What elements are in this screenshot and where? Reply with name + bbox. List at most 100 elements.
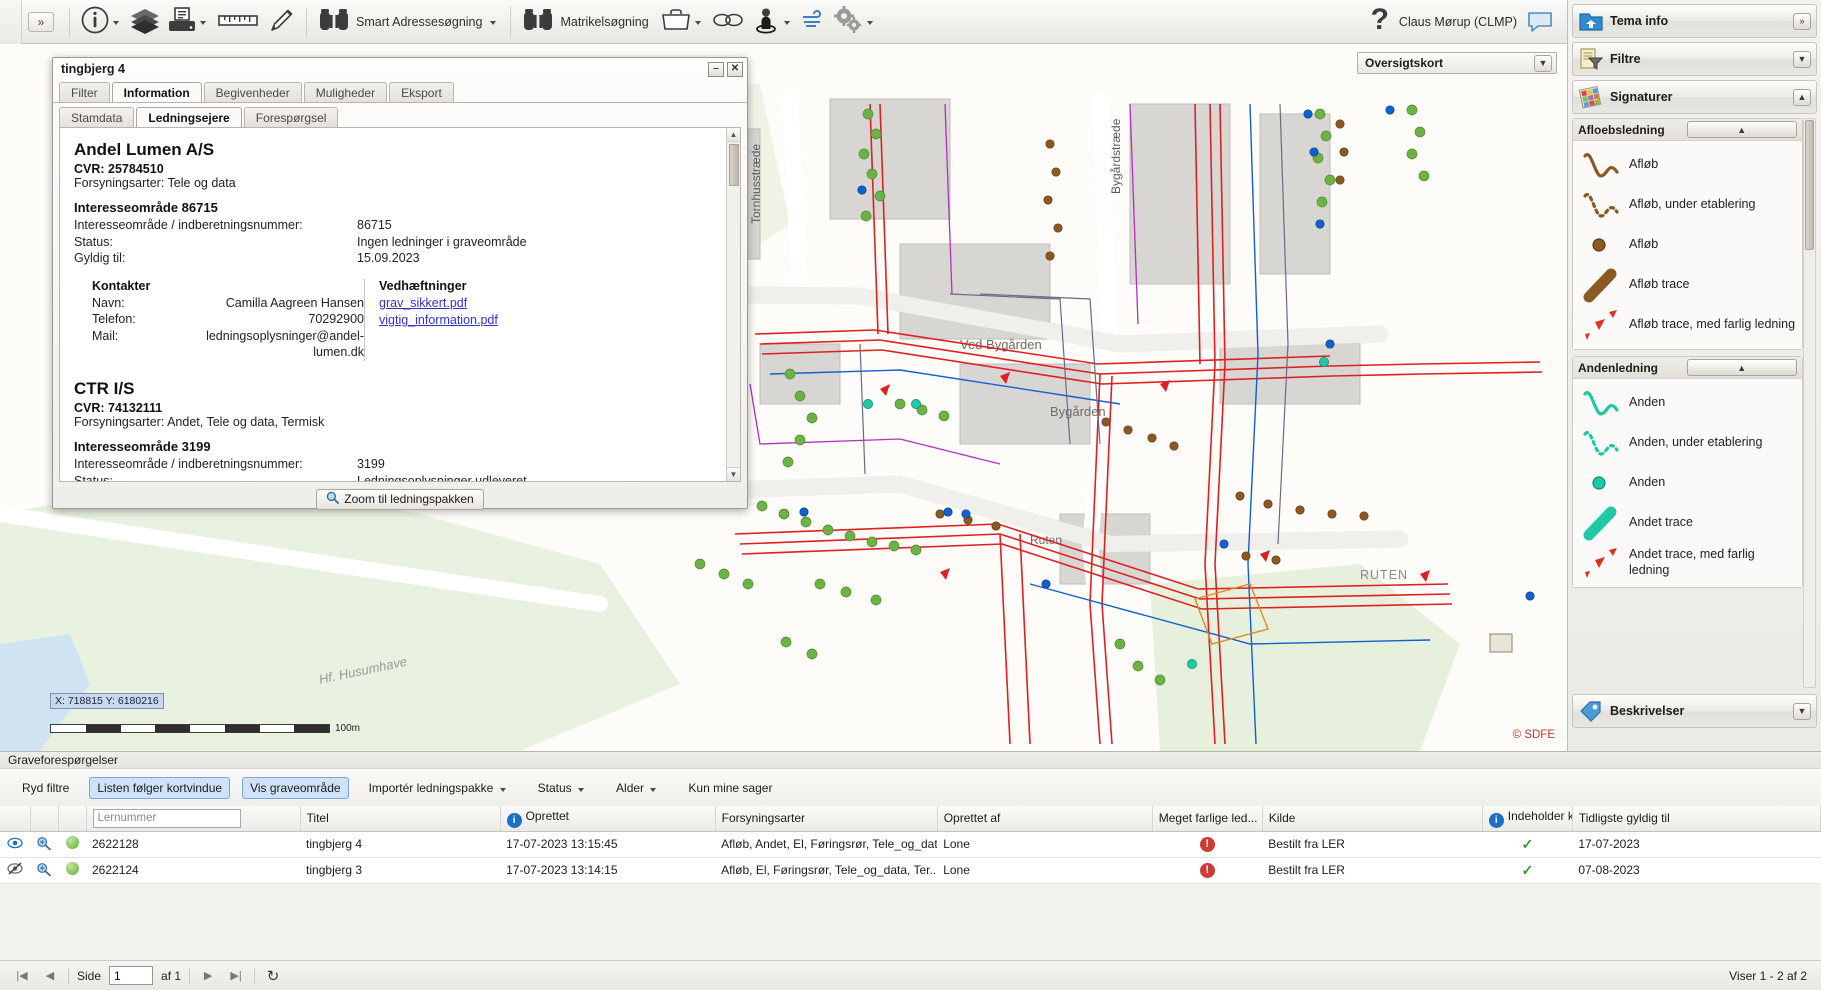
panel-signaturer[interactable]: Signaturer ▲ — [1572, 80, 1817, 114]
wind-tool-button[interactable] — [797, 0, 829, 44]
table-header-row: Lernummer Titel iOprettet Forsyningsarte… — [0, 806, 1821, 831]
link-tool-button[interactable] — [708, 0, 748, 44]
col-kilde[interactable]: Kilde — [1262, 806, 1482, 831]
legend-entry: Anden — [1575, 463, 1800, 503]
expand-panel-button[interactable]: » — [1793, 13, 1811, 30]
status-filter-button[interactable]: Status — [530, 777, 596, 799]
prev-page-button[interactable]: ◀ — [40, 967, 60, 985]
table-row[interactable]: 2622124 tingbjerg 3 17-07-2023 13:14:15 … — [0, 857, 1821, 883]
overview-map-selector[interactable]: Oversigtskort ▼ — [1357, 52, 1557, 74]
briefcase-tool-caret[interactable] — [695, 21, 701, 25]
scroll-up-arrow[interactable]: ▲ — [727, 128, 740, 142]
layers-tool-button[interactable] — [126, 0, 164, 44]
field-row: Status: Ledningsoplysninger udleveret — [74, 473, 712, 482]
tab-information[interactable]: Information — [112, 82, 202, 102]
info-tool-caret[interactable] — [113, 21, 119, 25]
cadastral-search-label: Matrikelsøgning — [555, 15, 653, 29]
import-utility-package-button[interactable]: Importér ledningspakke — [361, 777, 518, 799]
tab-muligheder[interactable]: Muligheder — [304, 82, 387, 102]
age-filter-button[interactable]: Alder — [608, 777, 668, 799]
col-indeholder-kvittering[interactable]: iIndeholder kvitte — [1482, 806, 1572, 831]
tab-filter[interactable]: Filter — [59, 82, 110, 102]
col-titel[interactable]: Titel — [300, 806, 500, 831]
attachment-link[interactable]: grav_sikkert.pdf — [379, 295, 498, 313]
subtab-forespoergsel[interactable]: Forespørgsel — [244, 107, 339, 127]
info-tool-button[interactable] — [77, 0, 126, 44]
legend-entry: Afløb, under etablering — [1575, 185, 1800, 225]
streetview-tool-button[interactable] — [748, 0, 797, 44]
overview-map-label: Oversigtskort — [1362, 56, 1534, 70]
briefcase-tool-button[interactable] — [657, 0, 708, 44]
clear-filters-button[interactable]: Ryd filtre — [14, 777, 77, 799]
toolbar-gutter — [0, 0, 22, 44]
streetview-tool-caret[interactable] — [784, 21, 790, 25]
help-button[interactable]: ? — [1371, 5, 1399, 39]
panel-title: Signaturer — [1610, 90, 1793, 104]
table-row[interactable]: 2622128 tingbjerg 4 17-07-2023 13:15:45 … — [0, 831, 1821, 857]
zoom-to-icon[interactable] — [30, 831, 58, 857]
legend-group-header[interactable]: Andenledning ▲ — [1573, 357, 1802, 379]
status-dot — [58, 857, 86, 883]
panel-tema-info[interactable]: Tema info » — [1572, 4, 1817, 38]
collapse-group-button[interactable]: ▲ — [1687, 359, 1798, 376]
scroll-thumb[interactable] — [729, 144, 739, 186]
print-tool-button[interactable] — [164, 0, 213, 44]
panel-filtre[interactable]: Filtre ▼ — [1572, 42, 1817, 76]
chat-bubble-icon[interactable] — [1527, 11, 1553, 33]
subtab-stamdata[interactable]: Stamdata — [59, 107, 134, 127]
col-zoom[interactable] — [30, 806, 58, 831]
next-page-button[interactable]: ▶ — [198, 967, 218, 985]
dialog-scrollbar[interactable]: ▲ ▼ — [726, 128, 740, 481]
settings-tool-button[interactable] — [829, 0, 880, 44]
list-follows-map-button[interactable]: Listen følger kortvindue — [89, 777, 230, 799]
eye-visible-icon[interactable] — [0, 831, 30, 857]
eye-hidden-icon[interactable] — [0, 857, 30, 883]
first-page-button[interactable]: |◀ — [12, 967, 32, 985]
lernummer-filter-input[interactable]: Lernummer — [93, 809, 241, 828]
page-number-input[interactable]: 1 — [109, 966, 153, 985]
tab-eksport[interactable]: Eksport — [389, 82, 454, 102]
col-oprettet-af[interactable]: Oprettet af — [937, 806, 1152, 831]
smart-address-search-caret[interactable] — [490, 21, 496, 25]
collapse-panel-button[interactable]: ▼ — [1793, 51, 1811, 68]
legend-scroll-thumb[interactable] — [1805, 120, 1814, 250]
information-dialog[interactable]: tingbjerg 4 – ✕ Filter Information Begiv… — [52, 57, 748, 509]
dialog-minimize-button[interactable]: – — [708, 62, 724, 77]
refresh-button[interactable]: ↻ — [263, 967, 283, 985]
zoom-to-package-button[interactable]: Zoom til ledningspakken — [316, 489, 483, 510]
last-page-button[interactable]: ▶| — [226, 967, 246, 985]
toolbar-expand-button[interactable]: » — [28, 12, 54, 32]
col-status[interactable] — [58, 806, 86, 831]
col-meget-farlige[interactable]: Meget farlige led... — [1152, 806, 1262, 831]
chevron-down-icon[interactable]: ▼ — [1534, 55, 1552, 72]
tab-begivenheder[interactable]: Begivenheder — [204, 82, 302, 102]
only-my-cases-button[interactable]: Kun mine sager — [680, 777, 780, 799]
dialog-close-button[interactable]: ✕ — [727, 62, 743, 77]
scroll-down-arrow[interactable]: ▼ — [727, 467, 740, 481]
col-tidligste-gyldig-til[interactable]: Tidligste gyldig til — [1572, 806, 1820, 831]
cadastral-search-button[interactable]: Matrikelsøgning — [518, 0, 656, 44]
col-forsyningsarter[interactable]: Forsyningsarter — [715, 806, 937, 831]
zoom-to-icon[interactable] — [30, 857, 58, 883]
expand-panel-button[interactable]: ▼ — [1793, 703, 1811, 720]
legend-entry: Anden — [1575, 383, 1800, 423]
col-eye[interactable] — [0, 806, 30, 831]
collapse-group-button[interactable]: ▲ — [1687, 121, 1798, 138]
dialog-titlebar[interactable]: tingbjerg 4 – ✕ — [53, 58, 747, 80]
col-oprettet[interactable]: iOprettet — [500, 806, 715, 831]
panel-beskrivelser[interactable]: Beskrivelser ▼ — [1572, 694, 1817, 728]
show-dig-area-button[interactable]: Vis graveområde — [242, 777, 349, 799]
print-tool-caret[interactable] — [200, 21, 206, 25]
draw-tool-button[interactable] — [263, 0, 299, 44]
measure-tool-button[interactable] — [213, 0, 263, 44]
smart-address-search-button[interactable]: Smart Adressesøgning — [314, 0, 503, 44]
legend-group-header[interactable]: Afloebsledning ▲ — [1573, 119, 1802, 141]
subtab-ledningsejere[interactable]: Ledningsejere — [136, 107, 241, 127]
legend-scrollbar[interactable] — [1803, 118, 1816, 688]
collapse-panel-button[interactable]: ▲ — [1793, 89, 1811, 106]
settings-tool-caret[interactable] — [867, 21, 873, 25]
field-value: 15.09.2023 — [357, 250, 420, 267]
col-lernummer[interactable]: Lernummer — [86, 806, 300, 831]
toolbar-separator — [69, 7, 70, 37]
attachment-link[interactable]: vigtig_information.pdf — [379, 312, 498, 330]
